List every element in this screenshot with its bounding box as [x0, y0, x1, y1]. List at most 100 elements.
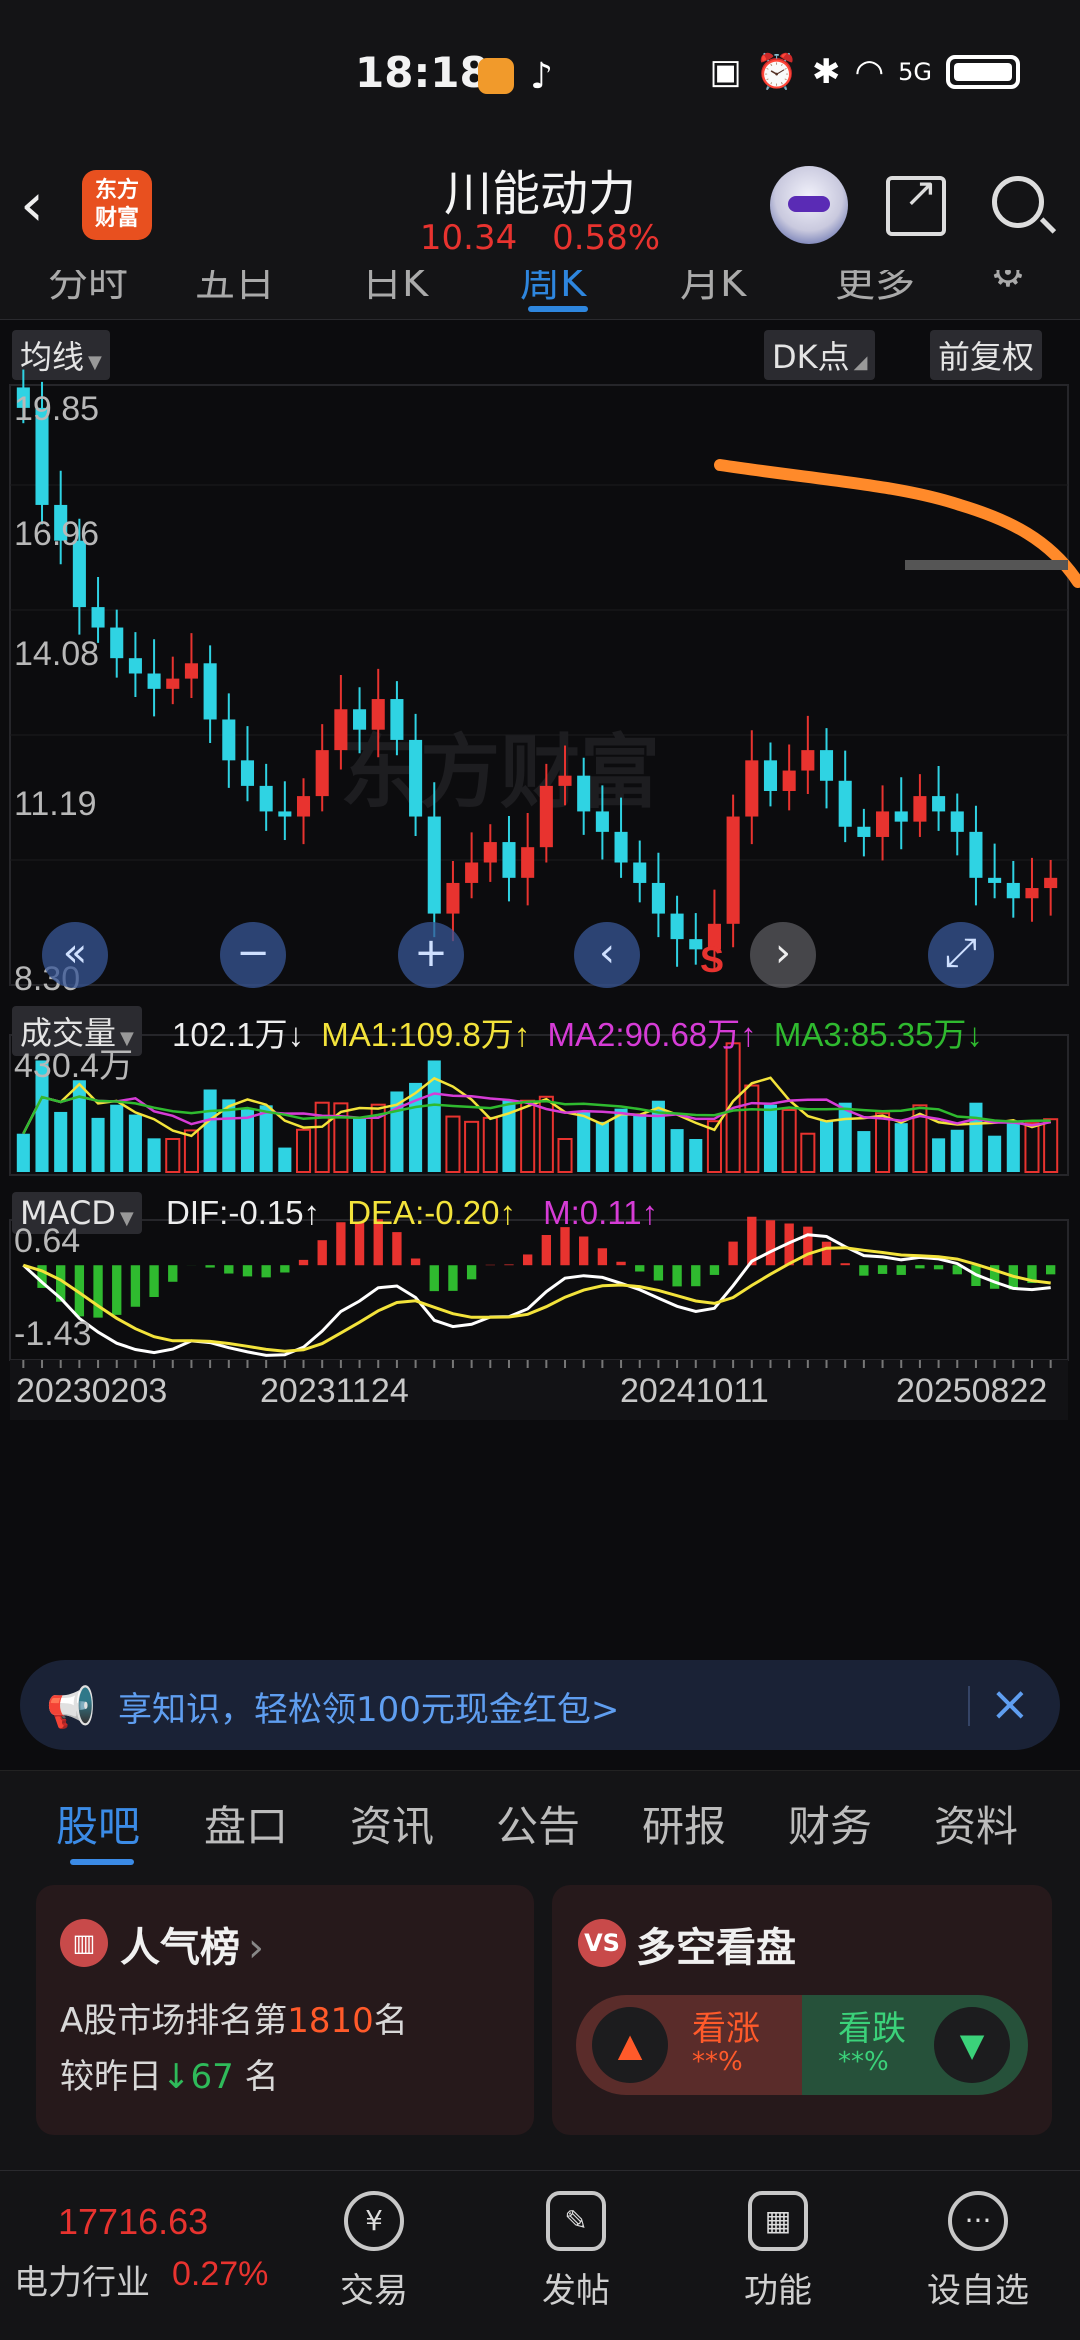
popularity-card[interactable]: ▥ 人气榜 › A股市场排名第1810名 较昨日↓67 名: [36, 1885, 534, 2135]
chart-area[interactable]: 均线 ▼ DK点 ◢ 前复权 东方财富 S 19.85 16.96 14.08 11…: [0, 320, 1080, 1640]
date-label: 20250822: [896, 1372, 1048, 1410]
candle-body: [334, 709, 348, 751]
volume-bar: [165, 1138, 181, 1173]
candle-body: [91, 607, 105, 628]
tab-five-day[interactable]: 五日: [195, 270, 275, 308]
info-tabs: 股吧 盘口 资讯 公告 研报 财务 资料: [0, 1770, 1080, 1870]
tab-profile[interactable]: 资料: [934, 1793, 1018, 1854]
candle-body: [1006, 882, 1020, 899]
bluetooth-icon: ✱: [811, 52, 841, 92]
candle-body: [950, 811, 964, 832]
macd-indicator-values: DIF:-0.15↑ DEA:-0.20↑ M:0.11↑: [166, 1194, 658, 1232]
period-tabs: 分时 五日 日K 周K 月K 更多 ⚙: [0, 270, 1080, 320]
candle-body: [670, 913, 684, 940]
chart-settings-icon[interactable]: ⚙: [990, 270, 1026, 296]
candle-body: [203, 663, 217, 720]
tab-weekly-k[interactable]: 周K: [520, 270, 586, 308]
bear-vote-button[interactable]: 看跌 **% ▼: [802, 1995, 1028, 2095]
trade-button[interactable]: ¥ 交易: [304, 2191, 444, 2312]
tab-intraday[interactable]: 分时: [48, 270, 128, 308]
zoom-out-button[interactable]: −: [220, 922, 286, 988]
candle-body: [446, 882, 460, 914]
rank-value: 1810: [287, 2001, 374, 2041]
scroll-far-left-button[interactable]: «: [42, 922, 108, 988]
volume-bar: [147, 1138, 161, 1172]
status-bar: 18:18 ♪ ▣ ⏰ ✱ ◠ 5G: [0, 0, 1080, 150]
volume-bar: [91, 1117, 105, 1172]
candle-body: [371, 699, 385, 730]
candle-body: [465, 862, 479, 883]
volume-bar: [482, 1116, 498, 1174]
volume-ma1: MA1:109.8万↑: [321, 1016, 531, 1053]
tab-orderbook[interactable]: 盘口: [204, 1793, 288, 1854]
alarm-icon: ⏰: [755, 52, 798, 92]
tab-forum[interactable]: 股吧: [56, 1793, 140, 1854]
volume-bar: [1043, 1118, 1059, 1174]
tab-news[interactable]: 资讯: [350, 1793, 434, 1854]
functions-button[interactable]: ▦ 功能: [708, 2191, 848, 2312]
candle-body: [296, 796, 311, 817]
active-tab-indicator: [70, 1859, 134, 1865]
candle-body: [838, 780, 852, 827]
candle-body: [819, 750, 834, 781]
add-watchlist-button[interactable]: ··· 设自选: [908, 2191, 1048, 2312]
tab-monthly-k[interactable]: 月K: [680, 270, 746, 308]
share-icon[interactable]: [886, 170, 946, 236]
post-button[interactable]: ✎ 发帖: [506, 2191, 646, 2312]
close-icon[interactable]: ×: [990, 1676, 1030, 1732]
zoom-in-button[interactable]: +: [398, 922, 464, 988]
volume-bar: [203, 1089, 217, 1172]
candle-body: [595, 811, 609, 832]
volume-bar: [1024, 1122, 1040, 1173]
tab-announcements[interactable]: 公告: [496, 1793, 580, 1854]
fullscreen-icon[interactable]: ⤢: [928, 922, 994, 988]
rank-change-line: 较昨日↓67 名: [60, 2057, 279, 2097]
triangle-up-icon: ▲: [592, 2007, 668, 2083]
tab-more[interactable]: 更多: [835, 270, 915, 308]
promo-text[interactable]: 享知识，轻松领100元现金红包>: [118, 1682, 619, 1731]
volume-indicator-values: 102.1万↓ MA1:109.8万↑ MA2:90.68万↑ MA3:85.3…: [172, 1008, 983, 1056]
promo-banner[interactable]: 📢 享知识，轻松领100元现金红包> ×: [20, 1660, 1060, 1750]
volume-bar: [577, 1111, 591, 1172]
more-dots-icon: ···: [948, 2191, 1008, 2251]
macd-dif: DIF:-0.15↑: [166, 1194, 321, 1231]
search-icon[interactable]: [992, 176, 1044, 228]
grid-icon: ▦: [748, 2191, 808, 2251]
stock-change-pct: 0.58%: [552, 218, 661, 258]
sentiment-title: 多空看盘: [636, 1925, 796, 1971]
stock-header: ‹ 东方 财富 川能动力 10.34 0.58%: [0, 150, 1080, 270]
volume-bar: [988, 1135, 1002, 1172]
tab-research[interactable]: 研报: [642, 1793, 726, 1854]
candle-body: [969, 831, 983, 878]
volume-bar: [110, 1104, 124, 1172]
candle-body: [240, 760, 255, 786]
candlestick-chart: 东方财富 S: [9, 369, 1080, 1420]
candle-body: [110, 627, 124, 659]
volume-bar: [557, 1138, 573, 1173]
scroll-right-button[interactable]: ›: [750, 922, 816, 988]
industry-index-value: 17716.63: [58, 2201, 209, 2242]
divider: [968, 1686, 970, 1726]
candle-body: [876, 811, 890, 837]
candle-body: [577, 775, 591, 812]
cellular-icon: 5G: [898, 58, 932, 86]
candle-body: [390, 699, 404, 740]
volume-bar: [128, 1114, 142, 1172]
scroll-left-button[interactable]: ‹: [574, 922, 640, 988]
price-axis-label: 14.08: [14, 635, 100, 673]
volume-bar: [1006, 1122, 1020, 1172]
industry-name: 电力行业: [14, 2263, 150, 2303]
candle-body: [166, 678, 180, 689]
tab-daily-k[interactable]: 日K: [362, 270, 428, 308]
candle-body: [502, 842, 516, 878]
volume-bar: [744, 1084, 760, 1173]
volume-bar: [595, 1121, 609, 1172]
volume-bar: [333, 1102, 349, 1173]
assistant-robot-icon[interactable]: [770, 166, 848, 244]
bull-vote-button[interactable]: ▲ 看涨 **%: [576, 1995, 802, 2095]
volume-bar: [857, 1131, 871, 1172]
app-notification-icon: [478, 58, 514, 94]
volume-bar: [614, 1108, 628, 1172]
tab-financials[interactable]: 财务: [788, 1793, 872, 1854]
candle-body: [633, 862, 647, 883]
